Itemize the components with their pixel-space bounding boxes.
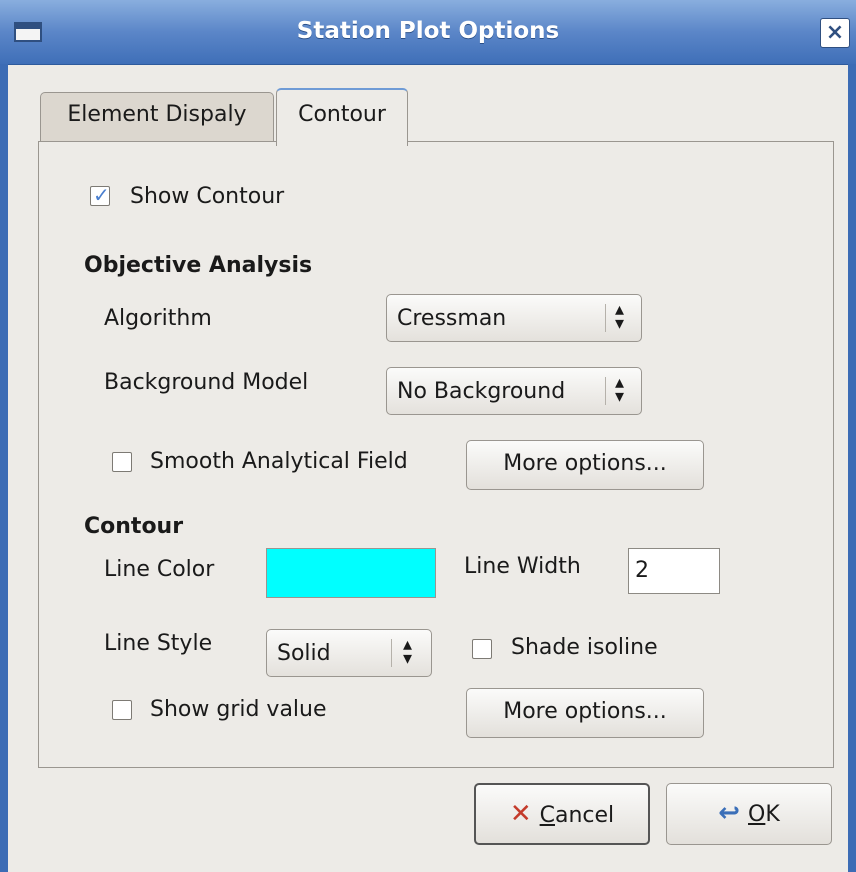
algorithm-value: Cressman — [397, 306, 507, 331]
close-icon[interactable]: × — [820, 18, 850, 48]
line-width-input[interactable]: 2 — [628, 548, 720, 594]
cancel-label: ancel — [555, 803, 615, 828]
algorithm-label: Algorithm — [104, 306, 212, 331]
contour-heading: Contour — [84, 514, 184, 539]
shade-isoline-checkbox[interactable] — [472, 639, 492, 659]
line-width-label: Line Width — [464, 554, 581, 579]
background-model-label: Background Model — [104, 370, 309, 395]
objective-analysis-heading: Objective Analysis — [84, 253, 313, 278]
up-down-arrows-icon: ▴ ▾ — [615, 372, 625, 407]
title-bar: Station Plot Options × — [0, 0, 856, 65]
combo-separator — [391, 639, 392, 667]
window-border-right — [848, 64, 856, 872]
show-contour-label: Show Contour — [130, 184, 285, 209]
up-down-arrows-icon: ▴ ▾ — [403, 634, 413, 669]
smooth-field-checkbox[interactable] — [112, 452, 132, 472]
background-model-combo[interactable]: No Background ▴ ▾ — [386, 367, 642, 415]
line-style-label: Line Style — [104, 631, 213, 656]
ok-arrow-icon: ↩ — [718, 798, 741, 828]
ok-button[interactable]: ↩ OK — [666, 783, 832, 845]
line-color-label: Line Color — [104, 557, 215, 582]
combo-separator — [605, 377, 606, 405]
smooth-field-label: Smooth Analytical Field — [150, 449, 408, 474]
window-title: Station Plot Options — [296, 18, 560, 44]
combo-separator — [605, 304, 606, 332]
tab-element-display[interactable]: Element Dispaly — [40, 92, 274, 142]
up-down-arrows-icon: ▴ ▾ — [615, 299, 625, 334]
algorithm-combo[interactable]: Cressman ▴ ▾ — [386, 294, 642, 342]
contour-more-options-button[interactable]: More options... — [466, 688, 704, 738]
line-style-combo[interactable]: Solid ▴ ▾ — [266, 629, 432, 677]
show-grid-value-checkbox[interactable] — [112, 700, 132, 720]
ok-mnemonic: O — [748, 802, 766, 827]
background-model-value: No Background — [397, 379, 566, 404]
show-contour-checkbox[interactable]: ✓ — [90, 183, 110, 207]
shade-isoline-label: Shade isoline — [511, 635, 658, 660]
checkmark-icon: ✓ — [93, 183, 110, 207]
cancel-x-icon: ✕ — [509, 799, 532, 829]
cancel-mnemonic: C — [539, 803, 555, 828]
show-grid-value-label: Show grid value — [150, 697, 327, 722]
line-style-value: Solid — [277, 641, 331, 666]
cancel-button[interactable]: ✕ Cancel — [474, 783, 650, 845]
tab-contour[interactable]: Contour — [276, 88, 408, 146]
ok-label: K — [765, 802, 780, 827]
window-border-left — [0, 64, 8, 872]
line-color-swatch[interactable] — [266, 548, 436, 598]
oa-more-options-button[interactable]: More options... — [466, 440, 704, 490]
